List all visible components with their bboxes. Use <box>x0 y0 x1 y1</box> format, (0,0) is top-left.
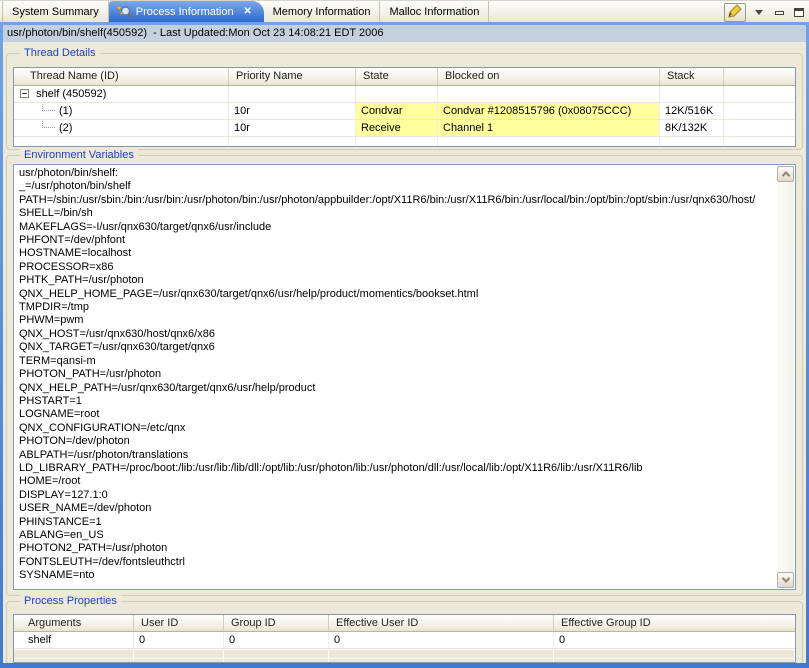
view-tab-bar: System Summary Process Information ✕ Mem… <box>0 0 809 22</box>
view-menu-icon <box>755 10 763 15</box>
process-information-icon <box>116 4 132 19</box>
view-frame: usr/photon/bin/shelf(450592) - Last Upda… <box>0 22 809 668</box>
column-header-arguments[interactable]: Arguments <box>14 615 134 631</box>
tab-label: Process Information <box>136 6 234 18</box>
process-properties-header: Arguments User ID Group ID Effective Use… <box>14 615 795 632</box>
thread-name: (2) <box>59 122 72 134</box>
view-menu-button[interactable] <box>752 6 766 20</box>
column-header-thread-name[interactable]: Thread Name (ID) <box>14 68 229 85</box>
user-id-value: 0 <box>134 632 224 648</box>
thread-row[interactable]: (2) 10r Receive Channel 1 8K/132K <box>14 120 795 137</box>
column-header-blocked-on[interactable]: Blocked on <box>438 68 660 85</box>
tab-label: Memory Information <box>273 6 371 18</box>
thread-name: (1) <box>59 105 72 117</box>
vertical-scrollbar[interactable] <box>777 166 794 588</box>
maximize-icon <box>794 8 804 17</box>
close-icon[interactable]: ✕ <box>242 6 254 18</box>
column-header-priority[interactable]: Priority Name <box>229 68 356 85</box>
view-content: Thread Details Thread Name (ID) Priority… <box>3 42 806 663</box>
thread-state: Receive <box>356 120 438 136</box>
process-title-bar: usr/photon/bin/shelf(450592) - Last Upda… <box>3 25 806 42</box>
scroll-up-button[interactable] <box>777 166 794 182</box>
column-header-empty <box>724 68 795 85</box>
environment-variables-group: Environment Variables usr/photon/bin/she… <box>6 155 803 596</box>
column-header-group-id[interactable]: Group ID <box>224 615 329 631</box>
tree-collapse-icon[interactable] <box>20 89 29 98</box>
process-properties-label: Process Properties <box>20 595 121 608</box>
arguments-value: shelf <box>14 632 134 648</box>
process-properties-row[interactable]: shelf 0 0 0 0 <box>14 632 795 649</box>
column-header-effective-user-id[interactable]: Effective User ID <box>329 615 554 631</box>
tab-label: System Summary <box>12 6 99 18</box>
thread-stack: 8K/132K <box>660 120 724 136</box>
tab-process-information[interactable]: Process Information ✕ <box>109 1 264 22</box>
environment-variables-text: usr/photon/bin/shelf: _=/usr/photon/bin/… <box>19 167 775 588</box>
thread-details-label: Thread Details <box>20 47 100 60</box>
effective-user-id-value: 0 <box>329 632 554 648</box>
environment-variables-label: Environment Variables <box>20 149 138 162</box>
thread-root-row[interactable]: shelf (450592) <box>14 86 795 103</box>
minimize-icon <box>775 11 784 15</box>
log-button[interactable] <box>724 3 746 22</box>
chevron-down-icon <box>781 574 789 582</box>
tree-branch-icon <box>42 120 55 128</box>
thread-details-group: Thread Details Thread Name (ID) Priority… <box>6 53 803 150</box>
thread-stack: 12K/516K <box>660 103 724 119</box>
thread-blocked-on: Channel 1 <box>438 120 660 136</box>
thread-table-header: Thread Name (ID) Priority Name State Blo… <box>14 68 795 86</box>
thread-table-filler <box>14 137 795 147</box>
tab-system-summary[interactable]: System Summary <box>2 1 109 22</box>
column-header-stack[interactable]: Stack <box>660 68 724 85</box>
thread-blocked-on: Condvar #1208515796 (0x08075CCC) <box>438 103 660 119</box>
effective-group-id-value: 0 <box>554 632 795 648</box>
column-header-state[interactable]: State <box>356 68 438 85</box>
tree-branch-icon <box>42 103 55 111</box>
process-properties-table: Arguments User ID Group ID Effective Use… <box>13 614 796 663</box>
process-node-label: shelf (450592) <box>36 88 106 100</box>
tab-label: Malloc Information <box>389 6 479 18</box>
maximize-button[interactable] <box>792 6 806 20</box>
scroll-down-button[interactable] <box>777 572 794 588</box>
column-header-effective-group-id[interactable]: Effective Group ID <box>554 615 795 631</box>
tab-malloc-information[interactable]: Malloc Information <box>380 1 489 22</box>
thread-row[interactable]: (1) 10r Condvar Condvar #1208515796 (0x0… <box>14 103 795 120</box>
thread-table: Thread Name (ID) Priority Name State Blo… <box>13 67 796 147</box>
thread-priority: 10r <box>229 103 356 119</box>
thread-state: Condvar <box>356 103 438 119</box>
pencil-icon <box>728 4 742 21</box>
process-information-view: System Summary Process Information ✕ Mem… <box>0 0 809 668</box>
chevron-up-icon <box>781 171 789 179</box>
process-properties-group: Process Properties Arguments User ID Gro… <box>6 601 803 663</box>
thread-priority: 10r <box>229 120 356 136</box>
props-table-filler <box>14 649 795 658</box>
minimize-button[interactable] <box>772 6 786 20</box>
group-id-value: 0 <box>224 632 329 648</box>
view-toolbar <box>724 3 806 22</box>
props-table-filler <box>14 658 795 663</box>
environment-variables-textarea[interactable]: usr/photon/bin/shelf: _=/usr/photon/bin/… <box>13 164 796 590</box>
column-header-user-id[interactable]: User ID <box>134 615 224 631</box>
tab-memory-information[interactable]: Memory Information <box>264 1 381 22</box>
